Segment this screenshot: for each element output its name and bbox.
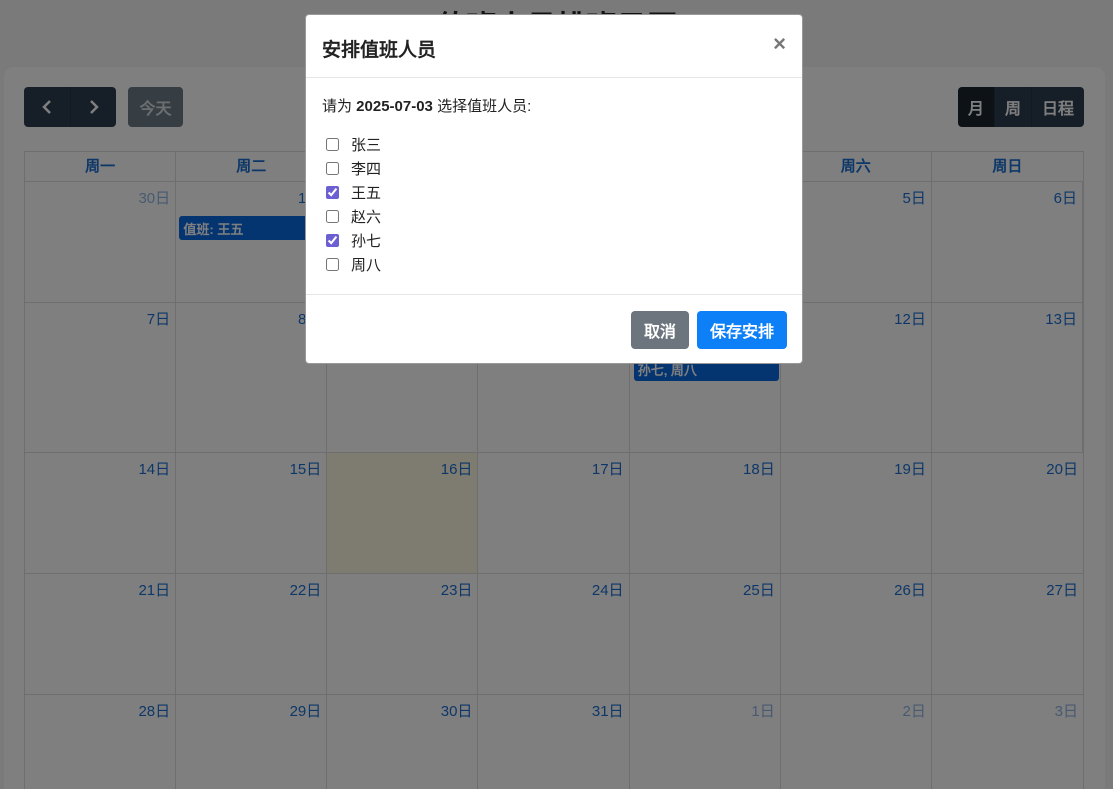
- save-button[interactable]: 保存安排: [697, 311, 787, 349]
- assign-duty-modal: 安排值班人员 × 请为 2025-07-03 选择值班人员: 张三李四王五赵六孙…: [305, 14, 803, 364]
- modal-title: 安排值班人员: [322, 40, 437, 61]
- person-checkbox[interactable]: [326, 209, 339, 223]
- modal-footer: 取消 保存安排: [306, 294, 802, 364]
- prompt-prefix: 请为: [322, 98, 357, 115]
- person-checkbox-list: 张三李四王五赵六孙七周八: [322, 132, 786, 276]
- person-name: 赵六: [351, 208, 382, 226]
- person-name: 周八: [351, 256, 382, 274]
- person-name: 孙七: [351, 232, 382, 250]
- person-option[interactable]: 周八: [322, 252, 786, 276]
- person-option[interactable]: 孙七: [322, 228, 786, 252]
- close-button[interactable]: ×: [773, 31, 786, 57]
- prompt-text: 请为 2025-07-03 选择值班人员:: [322, 95, 786, 116]
- person-checkbox[interactable]: [326, 233, 339, 247]
- prompt-suffix: 选择值班人员:: [432, 98, 532, 115]
- modal-header: 安排值班人员 ×: [306, 15, 802, 78]
- modal-body: 请为 2025-07-03 选择值班人员: 张三李四王五赵六孙七周八: [306, 78, 802, 294]
- person-option[interactable]: 王五: [322, 180, 786, 204]
- person-checkbox[interactable]: [326, 185, 339, 199]
- person-name: 王五: [351, 184, 382, 202]
- person-checkbox[interactable]: [326, 257, 339, 271]
- person-option[interactable]: 李四: [322, 156, 786, 180]
- person-checkbox[interactable]: [326, 137, 339, 151]
- person-checkbox[interactable]: [326, 161, 339, 175]
- cancel-button[interactable]: 取消: [631, 311, 689, 349]
- close-icon: ×: [773, 31, 786, 56]
- prompt-date: 2025-07-03: [356, 98, 433, 115]
- person-name: 张三: [351, 136, 382, 154]
- person-name: 李四: [351, 160, 382, 178]
- person-option[interactable]: 赵六: [322, 204, 786, 228]
- person-option[interactable]: 张三: [322, 132, 786, 156]
